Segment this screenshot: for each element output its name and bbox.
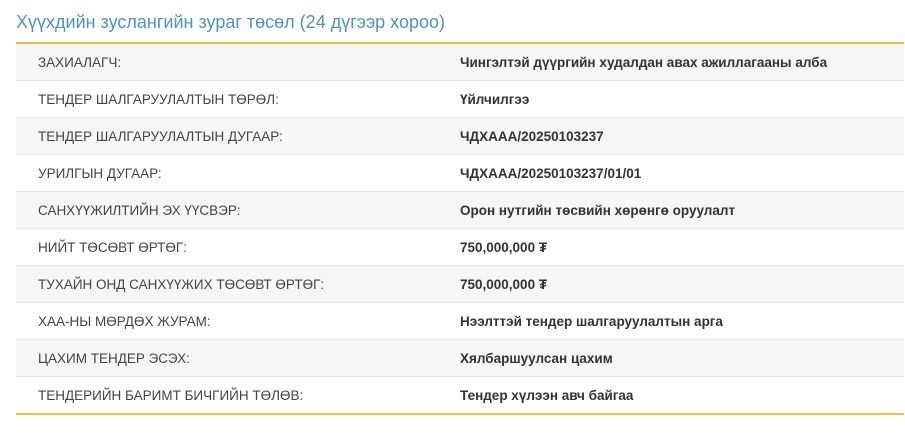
table-row: НИЙТ ТӨСӨВТ ӨРТӨГ: 750,000,000 ₮ bbox=[16, 228, 904, 266]
table-row: УРИЛГЫН ДУГААР: ЧДХААА/20250103237/01/01 bbox=[16, 154, 904, 192]
table-row: ТУХАЙН ОНД САНХҮҮЖИХ ТӨСӨВТ ӨРТӨГ: 750,0… bbox=[16, 265, 904, 303]
tender-info-panel: Хүүхдийн зуслангийн зураг төсөл (24 дүгэ… bbox=[16, 0, 904, 415]
table-row: САНХҮҮЖИЛТИЙН ЭХ ҮҮСВЭР: Орон нутгийн тө… bbox=[16, 191, 904, 229]
row-label-total-budget: НИЙТ ТӨСӨВТ ӨРТӨГ: bbox=[16, 228, 460, 266]
row-label-tender-number: ТЕНДЕР ШАЛГАРУУЛАЛТЫН ДУГААР: bbox=[16, 117, 460, 155]
row-value-annual-budget: 750,000,000 ₮ bbox=[460, 265, 904, 303]
table-row: ТЕНДЕРИЙН БАРИМТ БИЧГИЙН ТӨЛӨВ: Тендер х… bbox=[16, 376, 904, 414]
row-value-tender-number: ЧДХААА/20250103237 bbox=[460, 117, 904, 155]
table-row: ТЕНДЕР ШАЛГАРУУЛАЛТЫН ТӨРӨЛ: Үйлчилгээ bbox=[16, 80, 904, 118]
row-label-e-tender: ЦАХИМ ТЕНДЕР ЭСЭХ: bbox=[16, 339, 460, 377]
row-value-procedure: Нээлттэй тендер шалгаруулалтын арга bbox=[460, 302, 904, 340]
row-label-tender-type: ТЕНДЕР ШАЛГАРУУЛАЛТЫН ТӨРӨЛ: bbox=[16, 80, 460, 118]
row-value-e-tender: Хялбаршуулсан цахим bbox=[460, 339, 904, 377]
row-label-invitation-number: УРИЛГЫН ДУГААР: bbox=[16, 154, 460, 192]
panel-title: Хүүхдийн зуслангийн зураг төсөл (24 дүгэ… bbox=[16, 0, 904, 44]
row-label-document-status: ТЕНДЕРИЙН БАРИМТ БИЧГИЙН ТӨЛӨВ: bbox=[16, 376, 460, 414]
row-label-annual-budget: ТУХАЙН ОНД САНХҮҮЖИХ ТӨСӨВТ ӨРТӨГ: bbox=[16, 265, 460, 303]
table-row: ЗАХИАЛАГЧ: Чингэлтэй дүүргийн худалдан а… bbox=[16, 44, 904, 81]
row-value-tender-type: Үйлчилгээ bbox=[460, 80, 904, 118]
row-label-procedure: ХАА-НЫ МӨРДӨХ ЖУРАМ: bbox=[16, 302, 460, 340]
row-value-customer: Чингэлтэй дүүргийн худалдан авах ажиллаг… bbox=[460, 44, 904, 81]
row-value-funding-source: Орон нутгийн төсвийн хөрөнгө оруулалт bbox=[460, 191, 904, 229]
table-row: ЦАХИМ ТЕНДЕР ЭСЭХ: Хялбаршуулсан цахим bbox=[16, 339, 904, 377]
row-value-invitation-number: ЧДХААА/20250103237/01/01 bbox=[460, 154, 904, 192]
row-value-total-budget: 750,000,000 ₮ bbox=[460, 228, 904, 266]
table-row: ТЕНДЕР ШАЛГАРУУЛАЛТЫН ДУГААР: ЧДХААА/202… bbox=[16, 117, 904, 155]
row-label-customer: ЗАХИАЛАГЧ: bbox=[16, 44, 460, 81]
tender-info-table: ЗАХИАЛАГЧ: Чингэлтэй дүүргийн худалдан а… bbox=[16, 44, 904, 415]
row-value-document-status: Тендер хүлээн авч байгаа bbox=[460, 376, 904, 414]
row-label-funding-source: САНХҮҮЖИЛТИЙН ЭХ ҮҮСВЭР: bbox=[16, 191, 460, 229]
table-row: ХАА-НЫ МӨРДӨХ ЖУРАМ: Нээлттэй тендер шал… bbox=[16, 302, 904, 340]
